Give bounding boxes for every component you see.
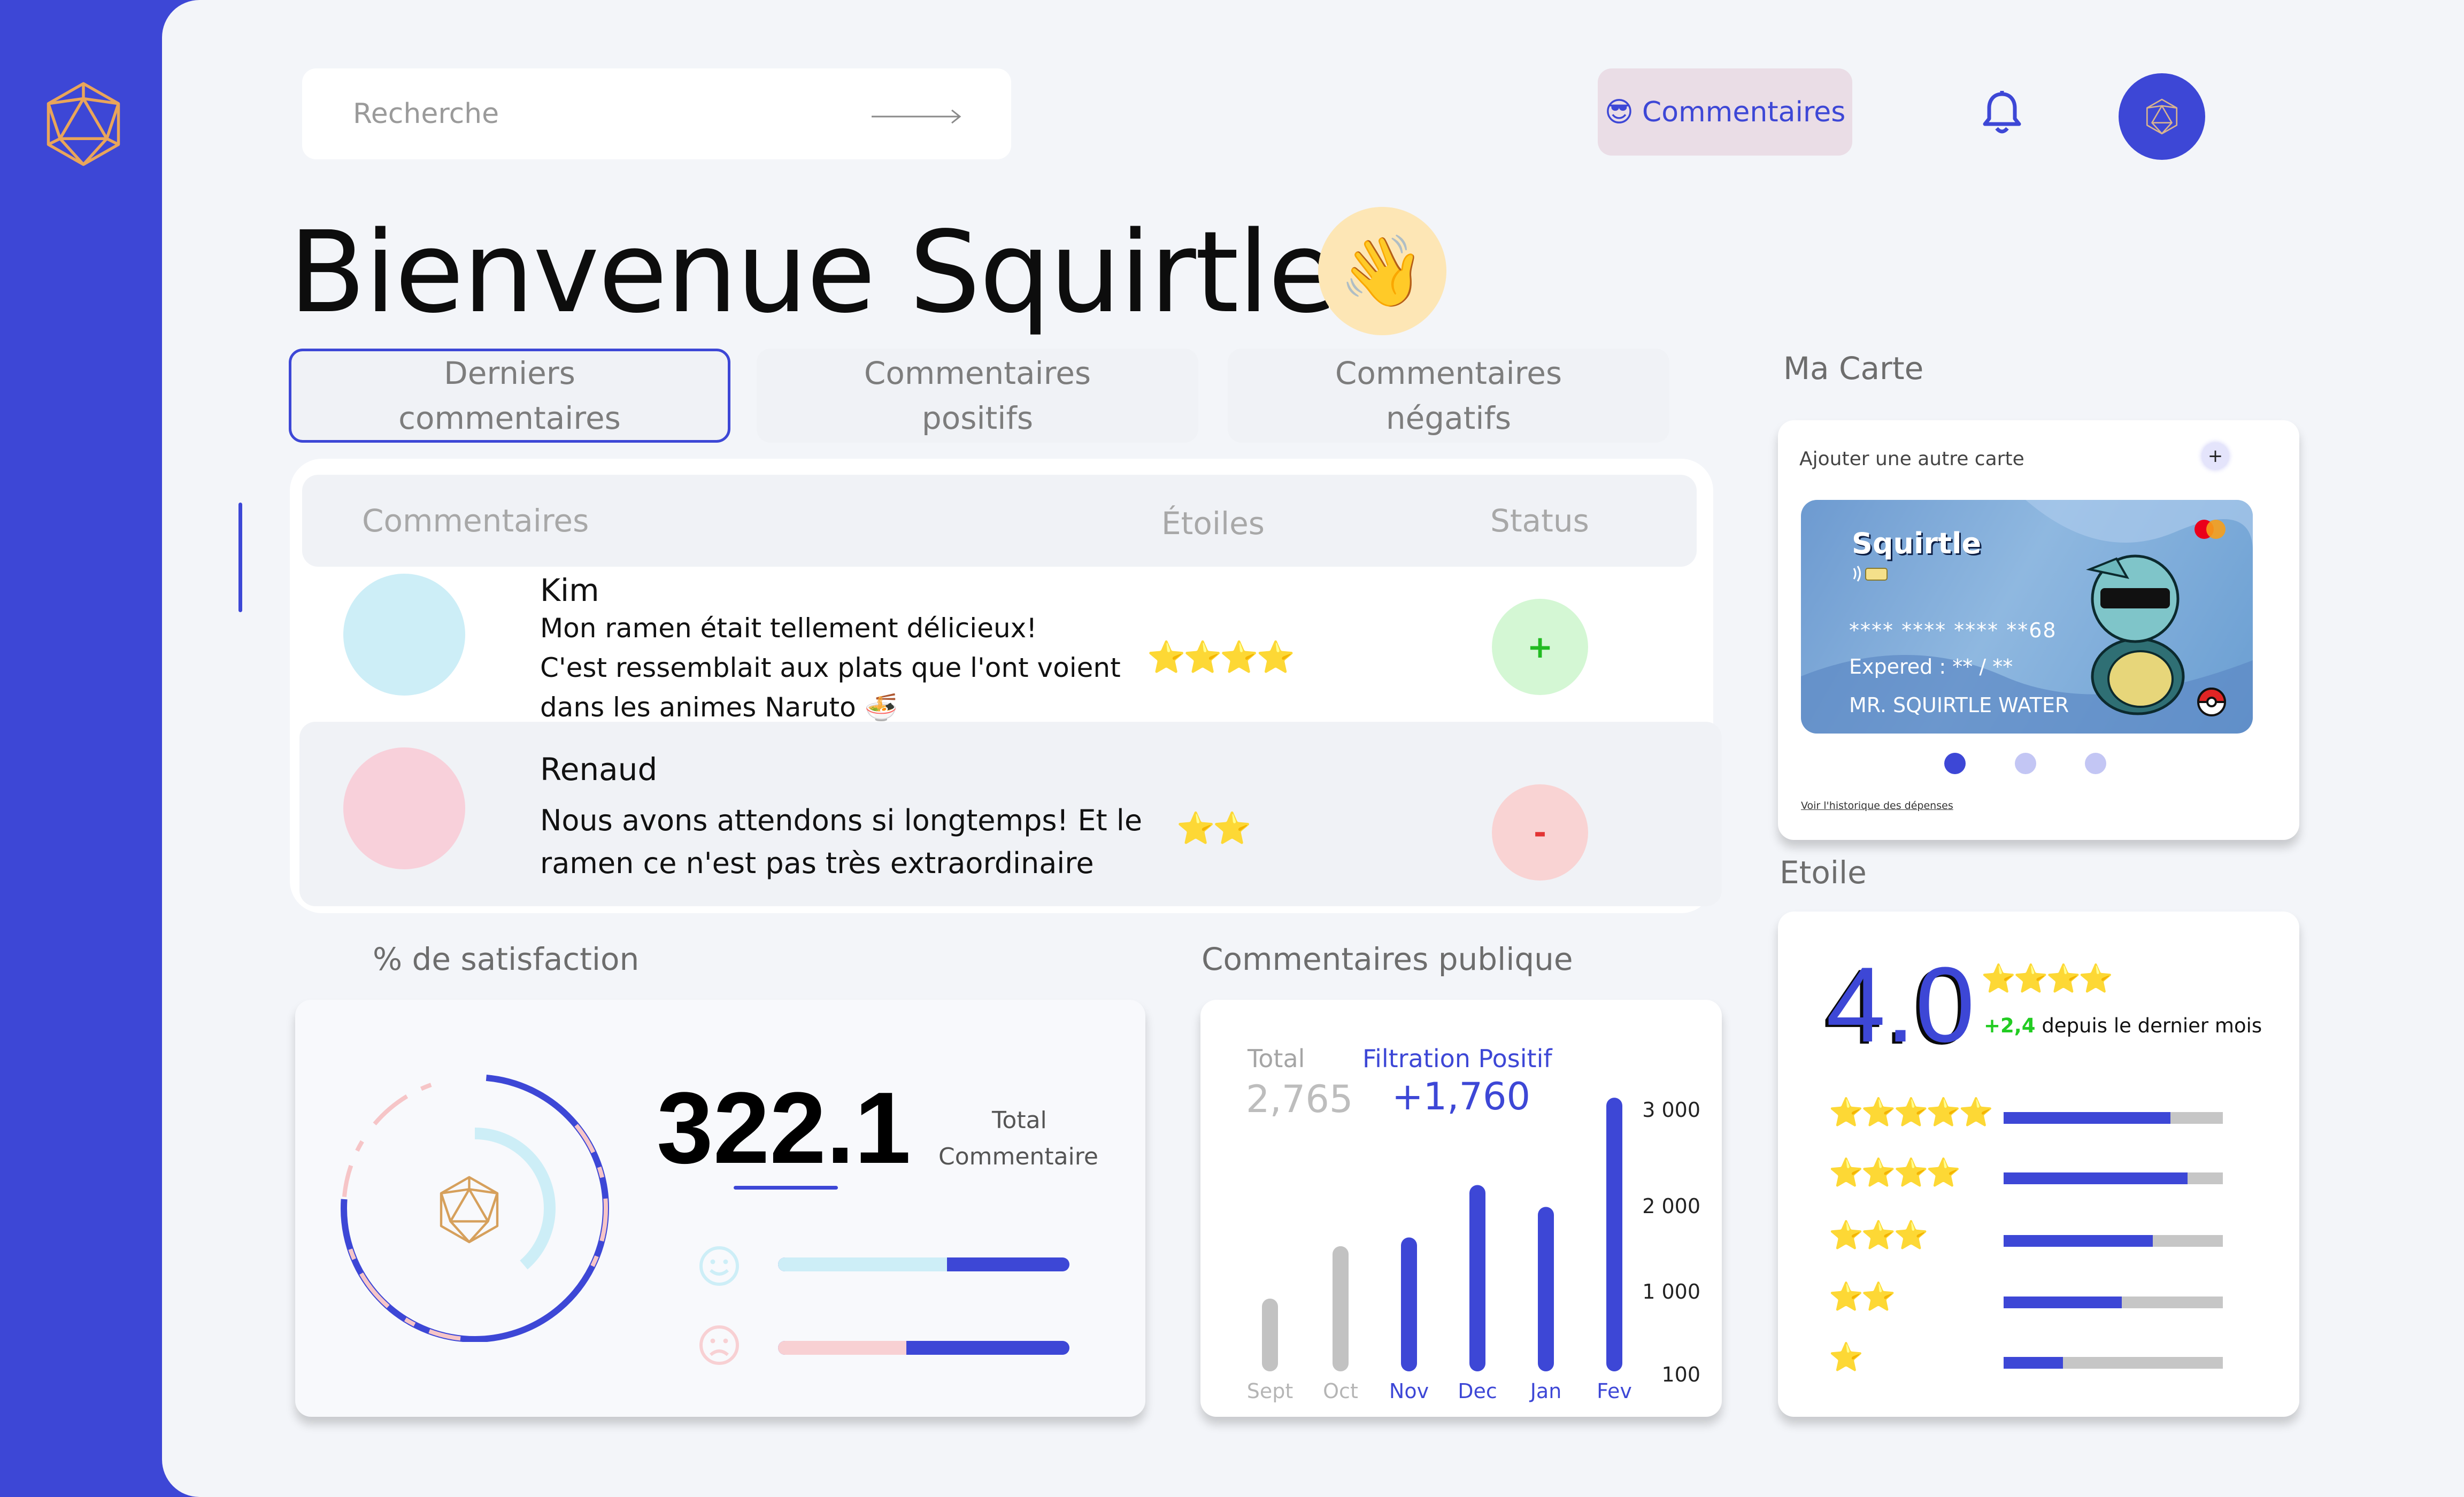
- chart-y-tick: 3 000: [1642, 1098, 1700, 1122]
- rating-score: 4.0: [1826, 945, 1975, 1064]
- rating-change: +2,4 depuis le dernier mois: [1984, 1014, 2262, 1037]
- search-input[interactable]: [353, 98, 834, 130]
- chart-x-label: Sept: [1247, 1379, 1293, 1403]
- chart-y-tick: 2 000: [1642, 1194, 1700, 1218]
- public-comments-bar-chart: Sept Oct Nov Dec Jan Fev 3 000 2 000 1 000 100: [1247, 1098, 1700, 1403]
- chart-x-label: Oct: [1323, 1379, 1358, 1403]
- my-card-title: Ma Carte: [1783, 350, 1924, 387]
- bell-icon[interactable]: [1978, 90, 2026, 138]
- status-negative-button[interactable]: -: [1492, 784, 1588, 881]
- sad-face-icon: [698, 1324, 741, 1369]
- satisfaction-title: % de satisfaction: [373, 941, 640, 977]
- rating-row-stars: ⭐⭐: [1829, 1281, 1896, 1313]
- page-title: Bienvenue Squirtle !: [289, 207, 1416, 338]
- public-comments-title: Commentaires publique: [1202, 941, 1573, 977]
- chart-x-label: Jan: [1529, 1379, 1562, 1403]
- card-expiry: Expered : ** / **: [1849, 655, 2013, 678]
- pokeball-icon: [2197, 687, 2227, 717]
- add-card-label: Ajouter une autre carte: [1799, 448, 2024, 470]
- rating-stars: ⭐⭐⭐⭐: [1981, 963, 2113, 995]
- tab-negative-comments[interactable]: Commentaires négatifs: [1228, 349, 1669, 443]
- total-sublabel: Commentaire: [938, 1143, 1098, 1170]
- chart-y-tick: 100: [1661, 1363, 1700, 1386]
- happy-face-icon: [698, 1245, 741, 1290]
- chart-x-label: Fev: [1597, 1379, 1632, 1403]
- spending-history-link[interactable]: Voir l'historique des dépenses: [1801, 800, 1953, 812]
- satisfaction-total-value: 322.1: [657, 1071, 911, 1185]
- star-rating: ⭐⭐: [1176, 810, 1251, 846]
- chart-y-tick: 1 000: [1642, 1280, 1700, 1303]
- sunglasses-emoji-icon: 😎: [1604, 96, 1634, 128]
- happy-satisfaction-bar: [778, 1257, 1069, 1271]
- star-rating: ⭐⭐⭐⭐: [1147, 639, 1295, 675]
- contactless-chip-icon: [1852, 564, 1889, 583]
- comment-author: Renaud: [540, 751, 658, 788]
- carousel-dot[interactable]: [2085, 753, 2106, 774]
- status-positive-button[interactable]: +: [1492, 599, 1588, 695]
- credit-card[interactable]: Squirtle **** **** **** **68 Expered : *…: [1801, 500, 2253, 734]
- card-number: **** **** **** **68: [1849, 619, 2057, 642]
- carousel-dot-active[interactable]: [1944, 753, 1966, 774]
- rating-distribution-bar: [2004, 1172, 2223, 1184]
- header-status: Status: [1490, 503, 1589, 539]
- comment-text: Mon ramen était tellement délicieux! C'e…: [540, 613, 1121, 723]
- rating-title: Etoile: [1780, 854, 1867, 891]
- total-label: Total: [992, 1107, 1047, 1134]
- rating-distribution-bar: [2004, 1297, 2223, 1308]
- tab-latest-comments[interactable]: Derniers commentaires: [289, 349, 730, 443]
- mastercard-icon: [2191, 519, 2229, 540]
- rating-row-stars: ⭐⭐⭐: [1829, 1220, 1928, 1252]
- avatar: [343, 747, 465, 869]
- comment-author: Kim: [540, 572, 599, 608]
- comments-button-label: Commentaires: [1642, 96, 1846, 128]
- card-holder: MR. SQUIRTLE WATER: [1849, 693, 2069, 717]
- carousel-dot[interactable]: [2015, 753, 2036, 774]
- rating-distribution-bar: [2004, 1357, 2223, 1369]
- header-comments: Commentaires: [362, 503, 589, 539]
- rating-distribution-bar: [2004, 1235, 2223, 1247]
- sad-satisfaction-bar: [778, 1341, 1069, 1355]
- logo-icon: [2146, 98, 2178, 135]
- header-stars: Étoiles: [1161, 505, 1265, 542]
- add-card-button[interactable]: +: [2202, 443, 2229, 469]
- rating-row-stars: ⭐: [1829, 1341, 1864, 1373]
- comments-button[interactable]: 😎 Commentaires: [1598, 68, 1852, 156]
- wave-emoji-icon: 👋: [1318, 207, 1446, 335]
- arrow-right-icon[interactable]: [872, 106, 962, 127]
- tab-positive-comments[interactable]: Commentaires positifs: [757, 349, 1198, 443]
- user-avatar[interactable]: [2119, 73, 2205, 160]
- chart-x-label: Nov: [1389, 1379, 1429, 1403]
- value-underline: [734, 1186, 838, 1190]
- scroll-indicator[interactable]: [238, 503, 242, 612]
- logo-icon: [436, 1174, 503, 1248]
- app-logo-icon[interactable]: [42, 80, 125, 168]
- comment-text: Nous avons attendons si longtemps! Et le…: [540, 804, 1143, 880]
- rating-row-stars: ⭐⭐⭐⭐: [1829, 1157, 1961, 1189]
- avatar: [343, 574, 465, 696]
- chart-x-label: Dec: [1458, 1379, 1497, 1403]
- card-name: Squirtle: [1852, 527, 1982, 560]
- search-bar[interactable]: [302, 68, 1011, 159]
- rating-distribution-bar: [2004, 1112, 2223, 1124]
- rating-row-stars: ⭐⭐⭐⭐⭐: [1829, 1097, 1993, 1129]
